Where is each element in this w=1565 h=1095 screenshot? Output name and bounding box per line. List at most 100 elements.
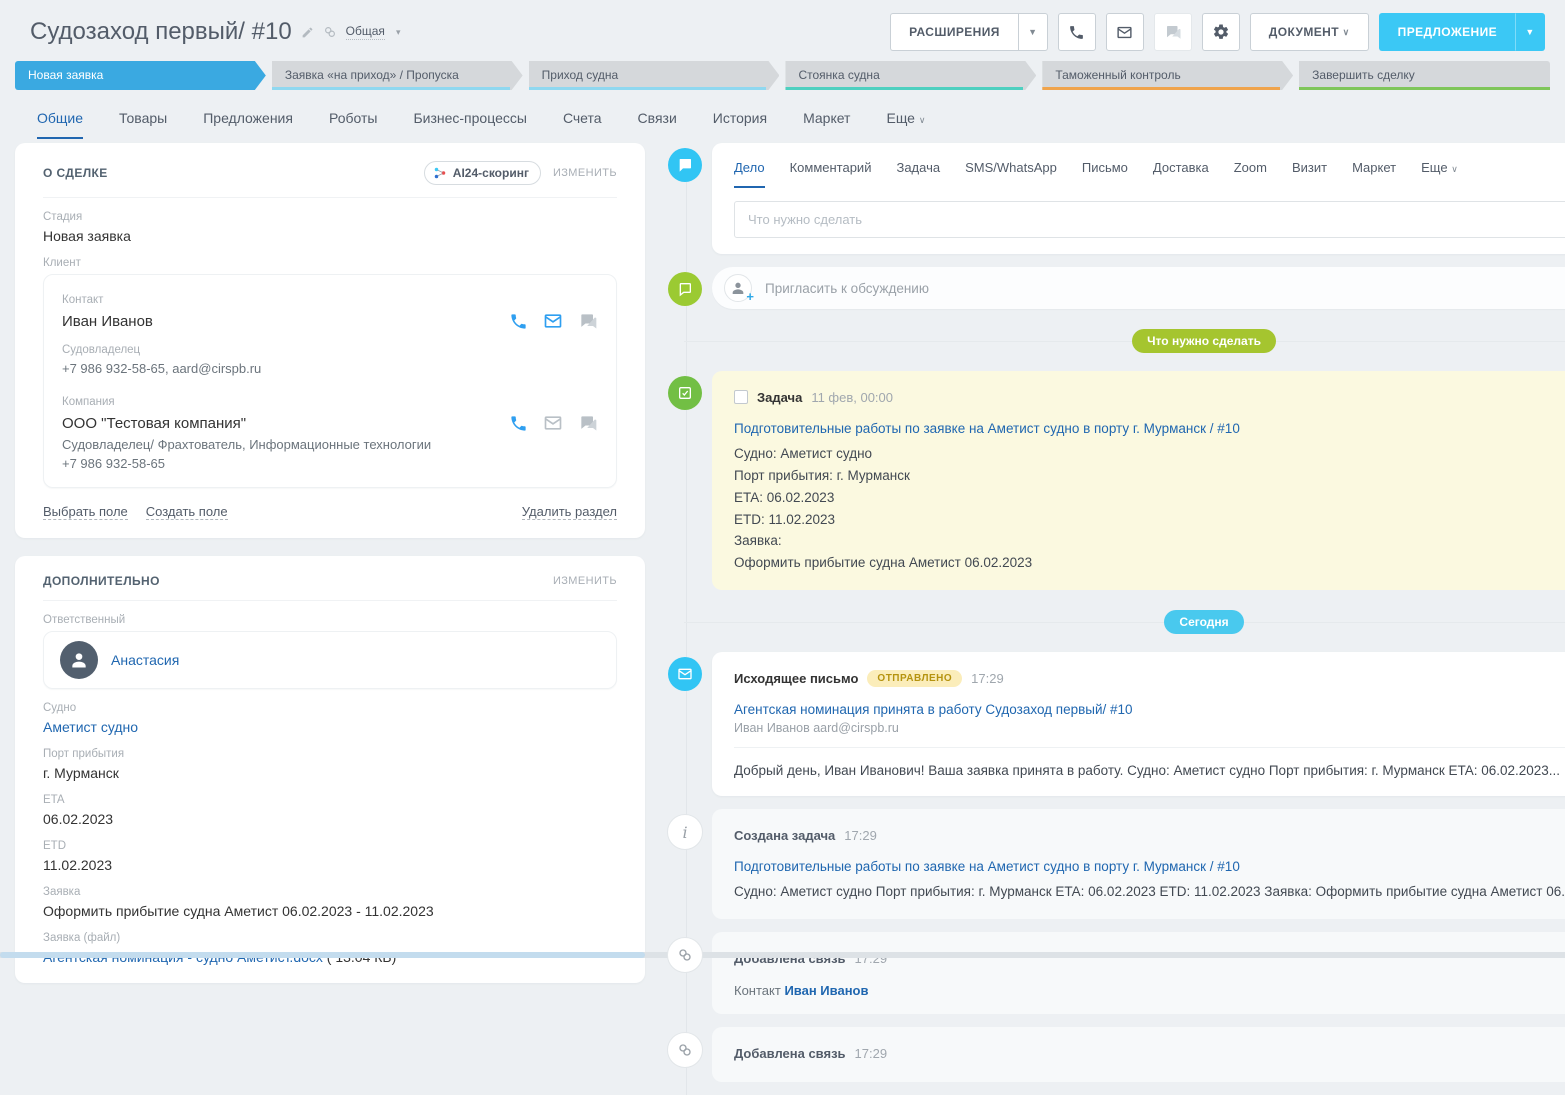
extensions-dropdown-button[interactable]: ▼	[1018, 13, 1048, 51]
today-divider: Сегодня ФИЛЬТР	[712, 610, 1565, 634]
email-from-line: Иван Иванов aard@cirspb.ru	[734, 721, 1565, 735]
extensions-split-button: РАСШИРЕНИЯ ▼	[890, 13, 1048, 51]
tab-invoices[interactable]: Счета	[563, 110, 602, 139]
email-type: Исходящее письмо	[734, 671, 858, 686]
responsible-name[interactable]: Анастасия	[111, 652, 179, 668]
email-button[interactable]	[1106, 13, 1144, 51]
stage-item-4[interactable]: Стоянка судна	[785, 61, 1036, 90]
timeline-tabs: Дело Комментарий Задача SMS/WhatsApp Пис…	[734, 156, 1565, 188]
company-email-icon[interactable]	[543, 413, 563, 433]
delete-section-link[interactable]: Удалить раздел	[522, 504, 617, 520]
tab-quotes[interactable]: Предложения	[203, 110, 293, 139]
title-wrap: Судозаход первый/ #10 Общая ▾	[30, 18, 400, 46]
stage-field-value[interactable]: Новая заявка	[43, 228, 617, 244]
email-row: Исходящее письмо ОТПРАВЛЕНО 17:29 Агентс…	[664, 652, 1565, 796]
ttab-visit[interactable]: Визит	[1292, 160, 1327, 188]
ttab-task[interactable]: Задача	[896, 160, 940, 188]
proposal-split-button: ПРЕДЛОЖЕНИЕ ▼	[1379, 13, 1545, 51]
tab-business-processes[interactable]: Бизнес-процессы	[413, 110, 526, 139]
chevron-down-icon: ∨	[1343, 27, 1350, 38]
chain-link-icon	[667, 937, 703, 973]
company-name[interactable]: ООО "Тестовая компания"	[62, 415, 246, 432]
task-created-rail: i	[664, 809, 712, 919]
vessel-field-value[interactable]: Аметист судно	[43, 719, 617, 735]
deal-tabs: Общие Товары Предложения Роботы Бизнес-п…	[0, 90, 1565, 139]
tab-market[interactable]: Маркет	[803, 110, 850, 139]
proposal-button[interactable]: ПРЕДЛОЖЕНИЕ	[1379, 13, 1515, 51]
stage-item-3[interactable]: Приход судна	[529, 61, 780, 90]
task-rail	[664, 371, 712, 590]
about-deal-edit-link[interactable]: изменить	[553, 167, 617, 179]
contact-email-icon[interactable]	[543, 311, 563, 331]
ttab-zoom[interactable]: Zoom	[1234, 160, 1267, 188]
task-line: ETD: 11.02.2023	[734, 509, 1565, 531]
create-field-link[interactable]: Создать поле	[146, 504, 228, 520]
contact-row: Иван Иванов	[62, 311, 598, 331]
tab-history[interactable]: История	[713, 110, 767, 139]
person-icon	[730, 280, 746, 296]
invite-avatar-icon: +	[724, 274, 752, 302]
document-button[interactable]: ДОКУМЕНТ ∨	[1250, 13, 1369, 51]
horizontal-scrollbar[interactable]	[0, 952, 1565, 958]
task-created-title-link[interactable]: Подготовительные работы по заявке на Аме…	[734, 859, 1240, 874]
call-button[interactable]	[1058, 13, 1096, 51]
task-title-link[interactable]: Подготовительные работы по заявке на Аме…	[734, 421, 1240, 436]
email-subject-link[interactable]: Агентская номинация принята в работу Суд…	[734, 702, 1133, 717]
stage-field-label: Стадия	[43, 211, 617, 223]
edit-title-icon[interactable]	[301, 26, 314, 39]
ttab-sms-whatsapp[interactable]: SMS/WhatsApp	[965, 160, 1057, 188]
task-row: Задача 11 фев, 00:00 Подготовительные ра…	[664, 371, 1565, 590]
ttab-market[interactable]: Маркет	[1352, 160, 1396, 188]
company-call-icon[interactable]	[509, 414, 528, 433]
link-entity-name[interactable]: Иван Иванов	[784, 983, 868, 998]
task-card: Задача 11 фев, 00:00 Подготовительные ра…	[712, 371, 1565, 590]
link-added-card-1: Добавлена связь 17:29 Контакт Иван Ивано…	[712, 932, 1565, 1014]
chain-link-icon	[667, 1032, 703, 1068]
composer-input[interactable]	[734, 201, 1565, 238]
additional-header: ДОПОЛНИТЕЛЬНО изменить	[43, 572, 617, 601]
tab-robots[interactable]: Роботы	[329, 110, 377, 139]
ttab-more[interactable]: Еще ∨	[1421, 160, 1458, 188]
task-created-type: Создана задача	[734, 828, 835, 843]
chat-bubble-icon	[677, 157, 693, 173]
additional-edit-link[interactable]: изменить	[553, 575, 617, 587]
invite-to-discussion[interactable]: + Пригласить к обсуждению	[712, 267, 1565, 309]
scrollbar-thumb[interactable]	[0, 952, 645, 958]
link-icon[interactable]	[323, 25, 337, 39]
proposal-dropdown-button[interactable]: ▼	[1515, 13, 1545, 51]
chevron-down-icon: ∨	[919, 115, 926, 125]
ttab-comment[interactable]: Комментарий	[790, 160, 872, 188]
email-body-row: Добрый день, Иван Иванович! Ваша заявка …	[734, 747, 1565, 780]
stage-item-1[interactable]: Новая заявка	[15, 61, 266, 90]
company-phone-line[interactable]: +7 986 932-58-65	[62, 456, 598, 471]
ttab-activity[interactable]: Дело	[734, 160, 765, 188]
shipowner-field-value[interactable]: +7 986 932-58-65, aard@cirspb.ru	[62, 361, 598, 376]
company-chat-icon[interactable]	[578, 413, 598, 433]
extensions-button[interactable]: РАСШИРЕНИЯ	[890, 13, 1018, 51]
eta-field-label: ETA	[43, 794, 617, 806]
chat-button[interactable]	[1154, 13, 1192, 51]
pipeline-category-selector[interactable]: Общая	[346, 24, 385, 40]
tab-more[interactable]: Еще ∨	[886, 110, 925, 139]
tab-products[interactable]: Товары	[119, 110, 167, 139]
ai-scoring-badge[interactable]: AI24-скоринг	[424, 161, 541, 185]
link-added-rail-2	[664, 1027, 712, 1082]
about-deal-header: О СДЕЛКЕ AI24-скоринг изменить	[43, 159, 617, 198]
ttab-delivery[interactable]: Доставка	[1153, 160, 1209, 188]
stage-item-5[interactable]: Таможенный контроль	[1042, 61, 1293, 90]
task-checkbox[interactable]	[734, 390, 748, 404]
tab-relations[interactable]: Связи	[638, 110, 677, 139]
contact-name[interactable]: Иван Иванов	[62, 313, 153, 330]
contact-call-icon[interactable]	[509, 312, 528, 331]
tab-general[interactable]: Общие	[37, 110, 83, 139]
select-field-link[interactable]: Выбрать поле	[43, 504, 128, 520]
stage-item-6[interactable]: Завершить сделку	[1299, 61, 1550, 90]
ttab-email[interactable]: Письмо	[1082, 160, 1128, 188]
task-type: Задача	[757, 390, 802, 405]
task-line: Оформить прибытие судна Аметист 06.02.20…	[734, 552, 1565, 574]
contact-chat-icon[interactable]	[578, 311, 598, 331]
stage-item-2[interactable]: Заявка «на приход» / Пропуска	[272, 61, 523, 90]
settings-button[interactable]	[1202, 13, 1240, 51]
chat-bubble-outline-icon	[677, 281, 693, 297]
responsible-box[interactable]: Анастасия	[43, 631, 617, 689]
